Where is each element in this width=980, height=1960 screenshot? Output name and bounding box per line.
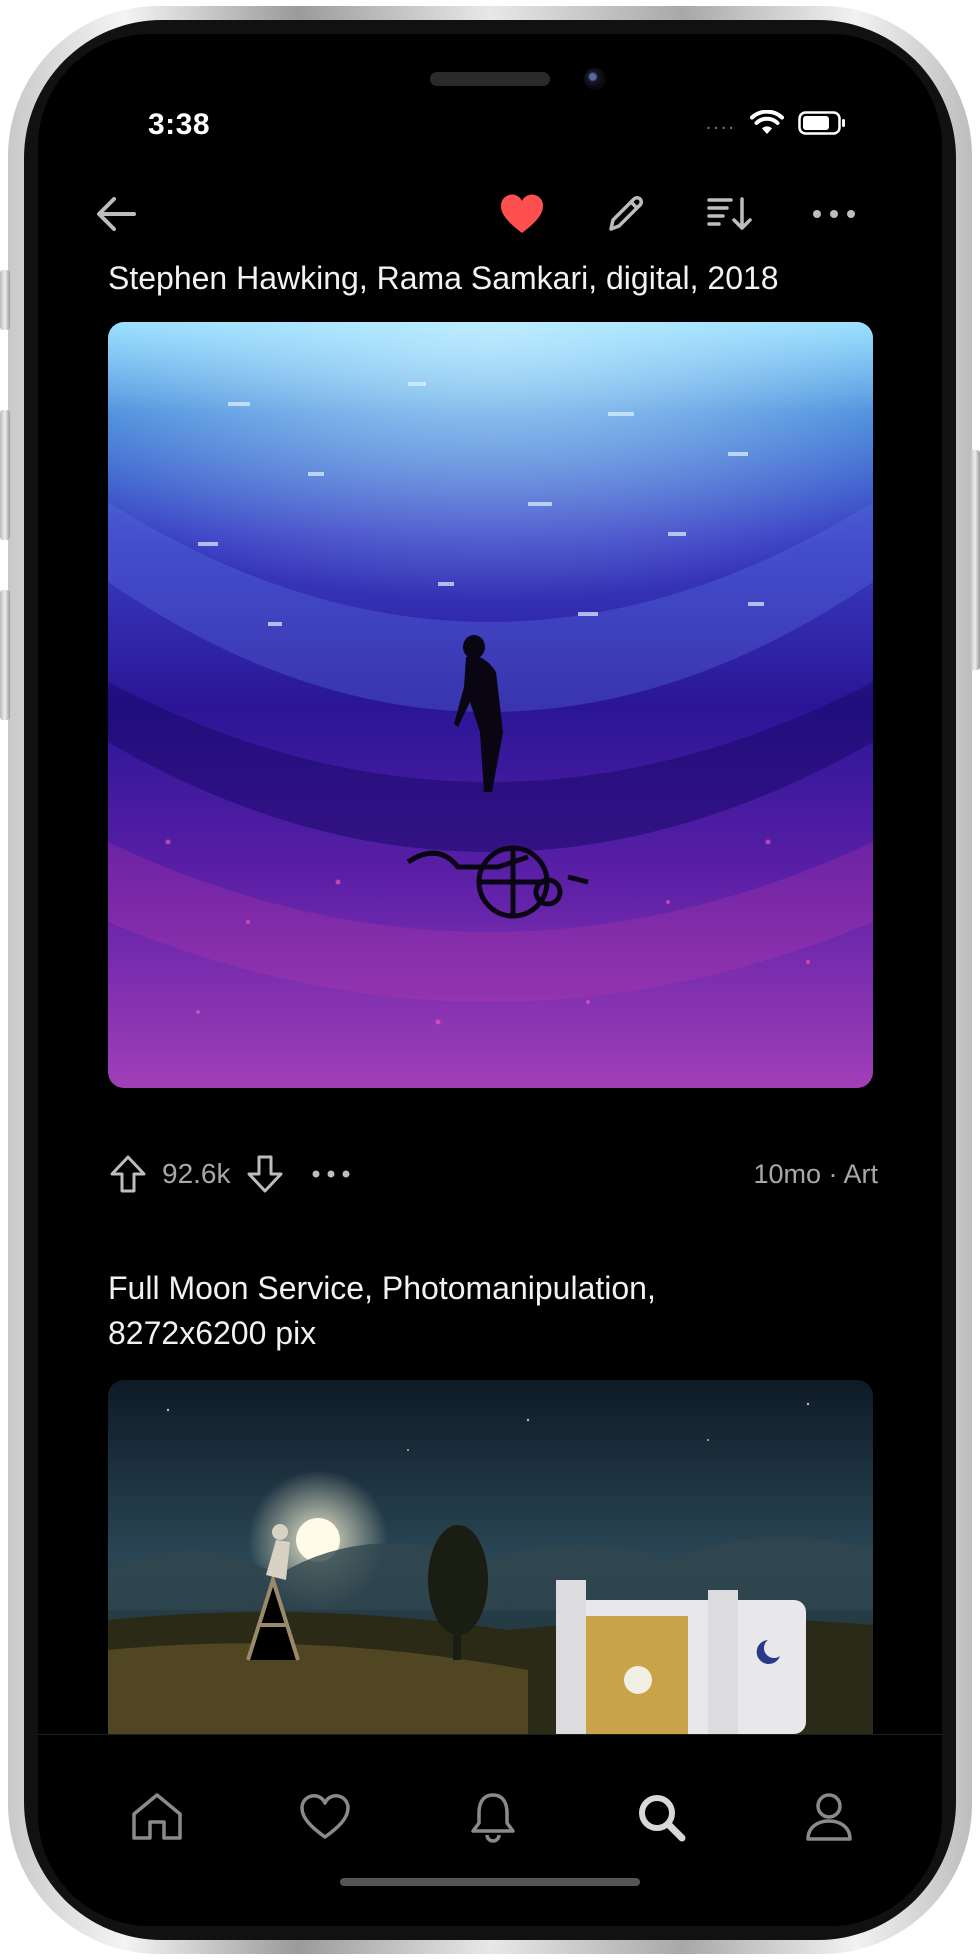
front-camera xyxy=(584,68,606,90)
post-title[interactable]: Stephen Hawking, Rama Samkari, digital, … xyxy=(108,256,908,301)
sort-icon xyxy=(707,197,752,230)
more-horizontal-icon[interactable] xyxy=(311,1169,351,1179)
post-actions: 92.6k 10mo · Art xyxy=(108,1144,878,1204)
app-screen: 3:38 .... Stephen Hawking, Rama Samkari,… xyxy=(38,34,942,1926)
post-score: 92.6k xyxy=(162,1158,231,1189)
home-icon xyxy=(132,1793,182,1840)
edit-button[interactable] xyxy=(596,184,656,244)
back-button[interactable] xyxy=(86,184,146,244)
bell-icon xyxy=(471,1793,515,1843)
nav-notifications[interactable] xyxy=(458,1782,528,1852)
post-image[interactable] xyxy=(108,322,873,1088)
favorite-button[interactable] xyxy=(492,184,552,244)
arrow-left-icon xyxy=(97,197,136,231)
upvote-icon[interactable] xyxy=(108,1154,148,1194)
heart-icon xyxy=(500,194,544,233)
post-meta[interactable]: 10mo · Art xyxy=(753,1159,878,1190)
heart-outline-icon xyxy=(300,1794,350,1839)
user-icon xyxy=(806,1793,852,1841)
signal-icon: .... xyxy=(705,111,736,134)
nav-favorites[interactable] xyxy=(290,1782,360,1852)
more-button[interactable] xyxy=(804,184,864,244)
sort-button[interactable] xyxy=(700,184,760,244)
search-icon xyxy=(639,1795,686,1842)
post-image[interactable] xyxy=(108,1380,873,1734)
nav-home[interactable] xyxy=(122,1782,192,1852)
post-title[interactable]: Full Moon Service, Photomanipulation, 82… xyxy=(108,1266,788,1356)
downvote-icon[interactable] xyxy=(245,1154,285,1194)
nav-profile[interactable] xyxy=(794,1782,864,1852)
wifi-icon xyxy=(750,110,784,134)
notch-speaker xyxy=(430,72,550,86)
status-indicators: .... xyxy=(706,110,846,136)
more-horizontal-icon xyxy=(813,210,855,218)
status-time: 3:38 xyxy=(148,108,211,141)
pencil-icon xyxy=(609,196,643,231)
full-moon-artwork-image xyxy=(108,1380,873,1734)
nav-search[interactable] xyxy=(626,1782,696,1852)
home-indicator[interactable] xyxy=(340,1878,640,1886)
battery-icon xyxy=(798,111,845,135)
hawking-artwork-image xyxy=(108,322,873,1088)
